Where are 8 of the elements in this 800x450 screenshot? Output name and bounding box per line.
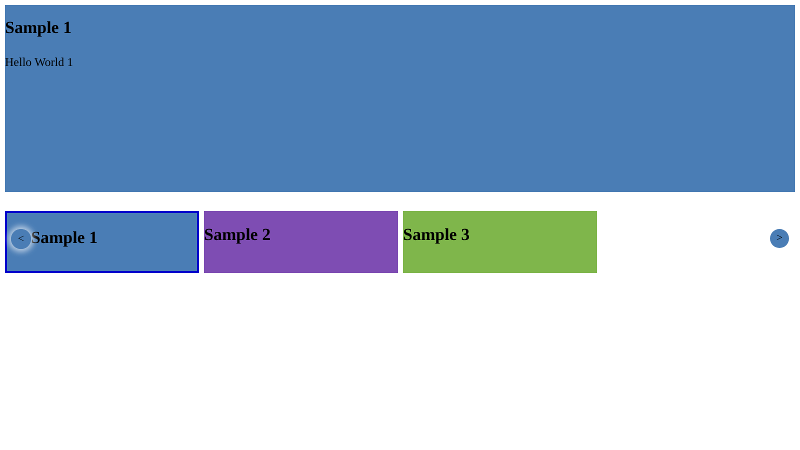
thumbnail-title: Sample 1 [31, 227, 98, 249]
thumbnail-card[interactable]: Sample 2 [204, 211, 398, 273]
thumbnail-card[interactable]: Sample 3 [403, 211, 597, 273]
slide-title: Sample 1 [5, 17, 72, 38]
next-button[interactable]: > [770, 229, 789, 248]
slide-text: Hello World 1 [5, 54, 74, 71]
thumbnail-title: Sample 3 [403, 224, 470, 246]
thumbnail-title: Sample 2 [204, 224, 271, 246]
